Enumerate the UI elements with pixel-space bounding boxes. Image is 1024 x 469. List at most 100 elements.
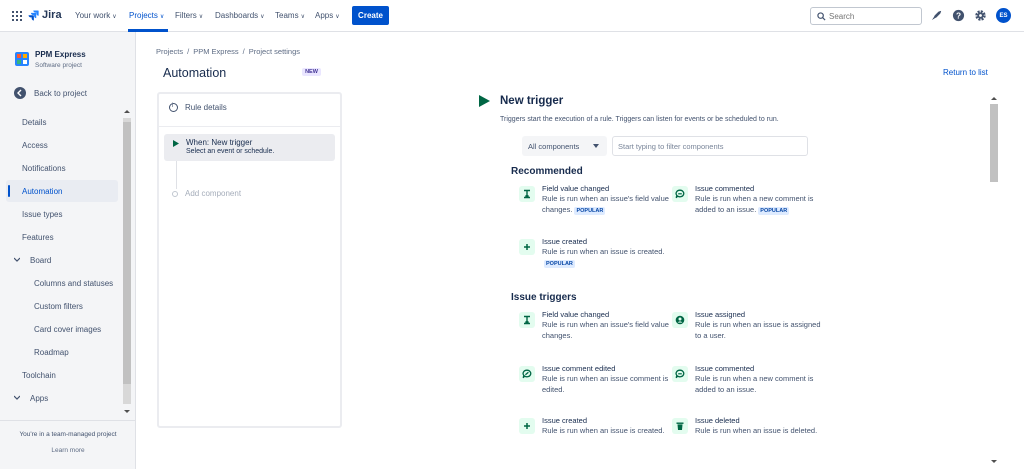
trigger-option-description-text: Rule is run when an issue's field value … <box>542 320 669 340</box>
trigger-option-description: Rule is run when an issue is created. <box>542 426 670 437</box>
new-trigger-title: New trigger <box>500 95 564 107</box>
new-trigger-play-icon <box>479 95 490 107</box>
info-icon <box>169 103 178 112</box>
trash-icon <box>672 418 688 434</box>
sidebar-item-label: Card cover images <box>34 324 102 334</box>
sidebar-item-notifications[interactable]: Notifications <box>6 157 118 179</box>
return-to-list-link[interactable]: Return to list <box>943 68 988 77</box>
nav-dashboards[interactable]: Dashboards ∨ <box>215 11 265 20</box>
chevron-down-icon: ∨ <box>260 14 265 20</box>
filter-components-input[interactable] <box>612 136 808 156</box>
sidebar-item-app-fields[interactable]: App fields <box>6 407 118 411</box>
sidebar-item-issue-types[interactable]: Issue types <box>6 203 118 225</box>
components-select-value: All components <box>528 141 580 151</box>
breadcrumb-item[interactable]: Projects <box>156 47 183 56</box>
breadcrumb-item[interactable]: PPM Express <box>193 47 238 56</box>
trigger-option-description: Rule is run when an issue is assigned to… <box>695 320 823 341</box>
trigger-option-description-text: Rule is run when a new comment is added … <box>695 374 814 394</box>
recommended-title: Recommended <box>511 166 583 177</box>
project-avatar-graphic <box>17 54 27 64</box>
app-switcher-icon[interactable] <box>12 11 22 21</box>
nav-item-label: Filters <box>175 11 197 20</box>
sidebar-item-features[interactable]: Features <box>6 226 118 248</box>
breadcrumb-item[interactable]: Project settings <box>249 47 300 56</box>
jira-logo[interactable]: Jira <box>28 9 62 21</box>
top-navigation: Jira Your work ∨ Projects ∨ Filters ∨ Dashboar… <box>0 0 1024 32</box>
nav-item-label: Your work <box>75 11 111 20</box>
chevron-down-icon <box>593 144 599 148</box>
nav-teams[interactable]: Teams ∨ <box>275 11 305 20</box>
breadcrumb-separator: / <box>187 47 190 56</box>
plus-icon <box>519 418 535 434</box>
field-icon <box>519 312 535 328</box>
trigger-option-title: Issue created <box>542 416 588 425</box>
chevron-down-icon: ∨ <box>198 14 204 20</box>
trigger-option-description: Rule is run when an issue's field value … <box>542 320 670 341</box>
nav-your-work[interactable]: Your work ∨ <box>75 11 117 20</box>
chevron-down-icon[interactable] <box>14 257 20 262</box>
trigger-option-description: Rule is run when an issue is created. POP… <box>542 247 670 268</box>
search-input[interactable] <box>829 10 919 22</box>
scroll-down-icon[interactable] <box>991 459 997 464</box>
sidebar-item-roadmap[interactable]: Roadmap <box>6 341 118 363</box>
components-select[interactable]: All components <box>522 136 607 156</box>
back-to-project-link[interactable]: Back to project <box>14 87 87 99</box>
project-avatar-icon[interactable] <box>15 52 29 66</box>
trigger-option-title: Issue assigned <box>695 310 746 319</box>
trigger-option-description: Rule is run when an issue's field value … <box>542 194 670 215</box>
sidebar-item-label: Columns and statuses <box>34 278 114 288</box>
breadcrumb: Projects / PPM Express / Project settings <box>156 47 304 56</box>
sidebar-item-columns-and-statuses[interactable]: Columns and statuses <box>6 272 118 294</box>
field-icon <box>519 186 535 202</box>
trigger-option-title: Issue commented <box>695 364 755 373</box>
sidebar-scroll-thumb[interactable] <box>123 122 131 384</box>
sidebar-item-automation[interactable]: Automation <box>6 180 118 202</box>
main-scrollbar[interactable] <box>988 93 1000 469</box>
sidebar-item-access[interactable]: Access <box>6 134 118 156</box>
jira-logo-icon <box>28 9 39 21</box>
sidebar-item-label: Automation <box>22 186 63 196</box>
trigger-option-title: Field value changed <box>542 310 610 319</box>
avatar[interactable]: ES <box>996 8 1011 23</box>
nav-projects[interactable]: Projects ∨ <box>129 11 164 20</box>
notifications-rocket-icon[interactable] <box>930 9 943 22</box>
sidebar-item-label: Toolchain <box>22 370 56 380</box>
nav-apps[interactable]: Apps ∨ <box>315 11 340 20</box>
sidebar-item-toolchain[interactable]: Toolchain <box>6 364 118 386</box>
chevron-down-icon: ∨ <box>112 14 117 20</box>
sidebar-footer: You're in a team-managed project Learn m… <box>0 420 136 454</box>
scroll-up-icon[interactable] <box>124 109 130 114</box>
trigger-option-title: Issue commented <box>695 184 755 193</box>
popular-badge: POPULAR <box>574 206 606 215</box>
sidebar-item-label: Roadmap <box>34 347 69 357</box>
settings-gear-icon[interactable] <box>974 9 987 22</box>
sidebar-item-apps[interactable]: Apps <box>6 387 118 409</box>
trigger-option-description: Rule is run when a new comment is added … <box>695 374 823 395</box>
trigger-option-description: Rule is run when an issue comment is edi… <box>542 374 670 395</box>
trigger-step[interactable]: When: New trigger Select an event or sch… <box>164 134 335 161</box>
scroll-up-icon[interactable] <box>991 96 997 101</box>
add-component-item[interactable]: Add component <box>172 189 241 198</box>
nav-item-label: Projects <box>129 11 158 20</box>
scroll-down-icon[interactable] <box>124 409 130 414</box>
logo-text: Jira <box>42 9 62 21</box>
search-icon <box>817 12 826 21</box>
sidebar-nav-list: Details Access Notifications Automation Issu… <box>0 111 121 411</box>
main-scroll-thumb[interactable] <box>990 104 998 182</box>
sidebar-item-label: Details <box>22 117 47 127</box>
sidebar-item-card-cover-images[interactable]: Card cover images <box>6 318 118 340</box>
nav-filters[interactable]: Filters ∨ <box>175 11 203 20</box>
chevron-down-icon[interactable] <box>14 395 20 400</box>
sidebar-item-label: Issue types <box>22 209 63 219</box>
rule-details-item[interactable]: Rule details <box>169 103 227 112</box>
sidebar-item-details[interactable]: Details <box>6 111 118 133</box>
sidebar-scrollbar[interactable] <box>121 106 133 416</box>
search-box[interactable] <box>810 7 922 25</box>
sidebar-item-custom-filters[interactable]: Custom filters <box>6 295 118 317</box>
page-title: Automation <box>163 66 227 80</box>
learn-more-link[interactable]: Learn more <box>0 447 136 454</box>
sidebar-item-board[interactable]: Board <box>6 249 118 271</box>
add-component-label: Add component <box>185 189 242 198</box>
create-button[interactable]: Create <box>352 6 389 25</box>
help-icon[interactable]: ? <box>952 9 965 22</box>
